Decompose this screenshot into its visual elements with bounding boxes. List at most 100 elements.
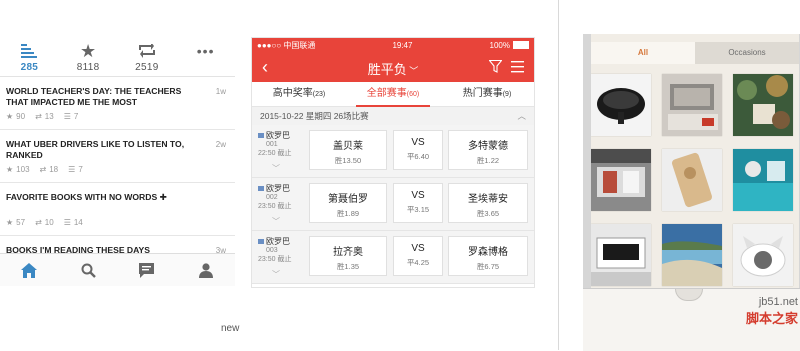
comment-icon: ☰ xyxy=(63,112,71,121)
match-row: 欧罗巴 001 22:50 截止 ﹀ 盖贝莱 胜13.50 VS 平6.40 多特蒙… xyxy=(252,125,534,178)
star-icon: ★ xyxy=(6,112,14,121)
photo-thumbnail[interactable] xyxy=(662,224,722,286)
more-icon: ••• xyxy=(196,43,215,59)
gallery-panel: All Occasions xyxy=(591,34,799,288)
battery-indicator: 100% xyxy=(490,41,529,50)
photo-thumbnail[interactable] xyxy=(591,74,651,136)
article-meta: ★ 90 ⇄ 13 ☰ 7 xyxy=(6,112,78,121)
odds: 平6.40 xyxy=(406,152,430,161)
away-win-option[interactable]: 罗森博格胜6.75 xyxy=(448,236,528,276)
photo-thumbnail[interactable] xyxy=(733,224,793,286)
segment-all[interactable]: All xyxy=(591,42,695,64)
league-label: 欧罗巴 xyxy=(266,237,290,246)
article-title: FAVORITE BOOKS WITH NO WORDS ✚ xyxy=(6,192,167,202)
segment-occasions[interactable]: Occasions xyxy=(695,42,799,64)
tab-label: 高中奖率 xyxy=(272,88,313,99)
tab-high-rate[interactable]: 高中奖率(23) xyxy=(252,82,346,106)
home-icon xyxy=(21,263,38,278)
profile-button[interactable] xyxy=(176,254,235,286)
tab-hot-matches[interactable]: 热门赛事(9) xyxy=(440,82,534,106)
tab-more[interactable]: ••• xyxy=(176,0,235,76)
odds: 胜1.22 xyxy=(476,156,500,165)
star-icon: ★ xyxy=(6,165,14,174)
draw-option[interactable]: VS 平3.15 xyxy=(393,183,443,223)
photo-thumbnail[interactable] xyxy=(591,224,651,286)
chevron-down-icon[interactable]: ﹀ xyxy=(272,269,280,280)
article-age: 2w xyxy=(215,140,226,149)
tab-count: 8118 xyxy=(76,62,100,73)
photo-thumbnail[interactable] xyxy=(733,149,793,211)
shares-count: 10 xyxy=(44,218,54,227)
photo-thumbnail[interactable] xyxy=(733,74,793,136)
retweet-icon xyxy=(136,42,158,60)
away-win-option[interactable]: 圣埃蒂安胜3.65 xyxy=(448,183,528,223)
article-meta: ★ 103 ⇄ 18 ☰ 7 xyxy=(6,165,83,174)
team-name: 盖贝莱 xyxy=(333,141,363,152)
comments-count: 7 xyxy=(73,112,79,121)
team-name: 拉齐奥 xyxy=(333,247,363,258)
date-header[interactable]: 2015-10-22 星期四 26场比赛 ︿ xyxy=(252,107,534,125)
stars-stat: ★ 57 xyxy=(6,218,25,227)
odds: 胜6.75 xyxy=(476,262,500,271)
draw-option[interactable]: VS 平4.25 xyxy=(393,236,443,276)
stars-count: 90 xyxy=(16,112,26,121)
chevron-down-icon[interactable]: ﹀ xyxy=(272,216,280,227)
team-name: 多特蒙德 xyxy=(468,141,508,152)
article-title: WHAT UBER DRIVERS LIKE TO LISTEN TO, RAN… xyxy=(6,139,185,160)
photo-thumbnail[interactable] xyxy=(662,149,722,211)
home-win-option[interactable]: 拉齐奥 胜1.35 xyxy=(309,236,387,276)
chevron-down-icon[interactable]: ﹀ xyxy=(272,163,280,174)
messages-button[interactable] xyxy=(118,254,177,286)
tab-star[interactable]: ★ 8118 xyxy=(59,0,118,76)
tab-count: (9) xyxy=(502,91,512,98)
list-item[interactable]: WORLD TEACHER'S DAY: THE TEACHERS THAT I… xyxy=(0,77,235,130)
shares-stat: ⇄ 10 xyxy=(35,218,54,227)
match-deadline: 22:50 截止 xyxy=(258,150,292,157)
shares-stat: ⇄ 13 xyxy=(35,112,54,121)
vs-label: VS xyxy=(411,243,425,254)
vs-label: VS xyxy=(411,137,425,148)
home-button[interactable] xyxy=(0,254,59,286)
tab-count: (60) xyxy=(406,91,420,98)
star-icon: ★ xyxy=(80,40,97,61)
menu-button[interactable] xyxy=(511,60,524,78)
shares-count: 13 xyxy=(44,112,54,121)
match-number: 002 xyxy=(266,194,278,201)
shares-stat: ⇄ 18 xyxy=(40,165,59,174)
league-name: 欧罗巴 xyxy=(258,184,306,193)
user-icon xyxy=(198,263,213,278)
comments-stat: ☰ 14 xyxy=(64,218,83,227)
star-icon: ★ xyxy=(6,218,14,227)
article-meta: ★ 57 ⇄ 10 ☰ 14 xyxy=(6,218,83,227)
match-info: 欧罗巴 003 23:50 截止 xyxy=(258,237,306,264)
match-tabs: 高中奖率(23) 全部赛事(60) 热门赛事(9) xyxy=(252,82,534,107)
stars-stat: ★ 103 xyxy=(6,165,30,174)
draw-option[interactable]: VS 平6.40 xyxy=(393,130,443,170)
tab-list[interactable]: 285 xyxy=(0,0,59,76)
chevron-down-icon: ﹀ xyxy=(406,66,419,76)
list-item[interactable]: WHAT UBER DRIVERS LIKE TO LISTEN TO, RAN… xyxy=(0,130,235,183)
odds: 胜3.65 xyxy=(476,209,500,218)
tab-retweet[interactable]: 2519 xyxy=(118,0,177,76)
list-item[interactable]: FAVORITE BOOKS WITH NO WORDS ✚ ★ 57 ⇄ 10 ☰… xyxy=(0,183,235,236)
match-info: 欧罗巴 002 23:50 截止 xyxy=(258,184,306,211)
tab-all-matches[interactable]: 全部赛事(60) xyxy=(346,82,440,107)
caption-text: new xyxy=(221,323,240,334)
flag-icon xyxy=(258,239,264,244)
filter-button[interactable] xyxy=(488,59,503,78)
home-win-option[interactable]: 盖贝莱 胜13.50 xyxy=(309,130,387,170)
flag-icon xyxy=(258,186,264,191)
odds: 胜1.89 xyxy=(336,209,360,218)
comment-icon: ☰ xyxy=(68,165,76,174)
team-name: 圣埃蒂安 xyxy=(468,194,508,205)
home-win-option[interactable]: 第聂伯罗 胜1.89 xyxy=(309,183,387,223)
photo-thumbnail[interactable] xyxy=(662,74,722,136)
search-button[interactable] xyxy=(59,254,118,286)
flag-icon xyxy=(258,133,264,138)
team-name: 罗森博格 xyxy=(468,247,508,258)
status-bar: ●●●○○ 中国联通 19:47 100% xyxy=(252,38,534,52)
filter-icon xyxy=(488,59,503,73)
away-win-option[interactable]: 多特蒙德胜1.22 xyxy=(448,130,528,170)
battery-icon xyxy=(512,41,529,49)
photo-thumbnail[interactable] xyxy=(591,149,651,211)
